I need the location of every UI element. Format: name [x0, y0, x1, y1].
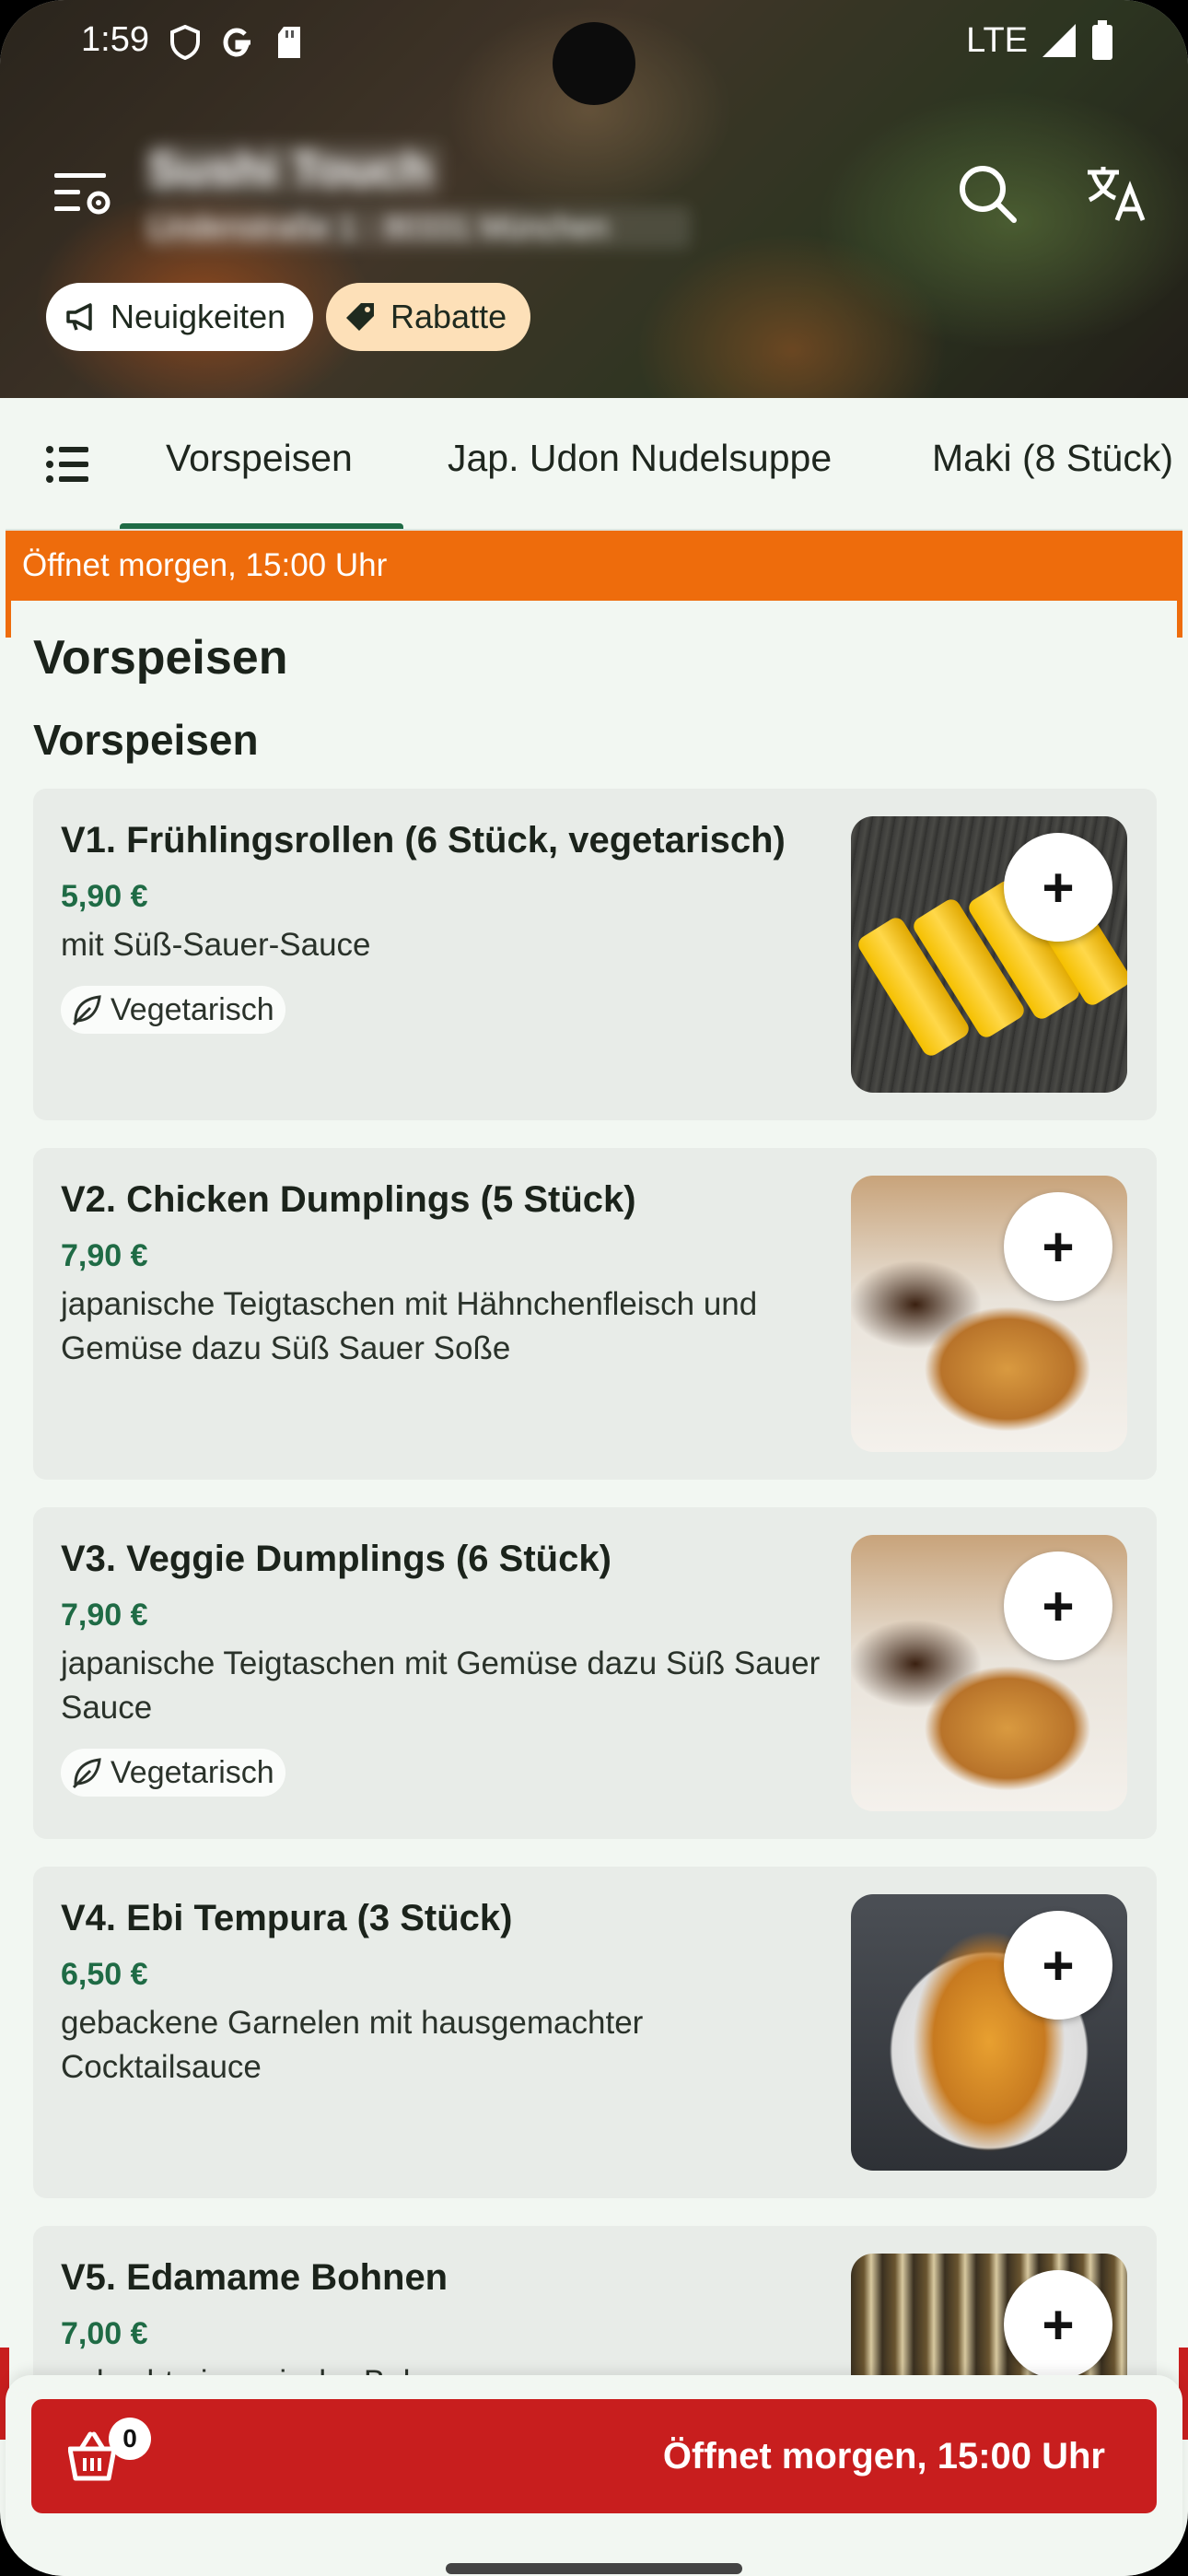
- discounts-chip-label: Rabatte: [390, 298, 507, 335]
- tab-maki[interactable]: Maki (8 Stück): [932, 437, 1173, 480]
- leaf-icon: [72, 1758, 101, 1789]
- app-screen: 1:59 LTE Sushi Touch Lindenstraße 1 · 80…: [0, 0, 1188, 2576]
- banner-edge: [6, 601, 11, 638]
- vegetarian-tag: Vegetarisch: [61, 1749, 285, 1797]
- status-right-icons: LTE: [966, 20, 1114, 61]
- tab-udon[interactable]: Jap. Udon Nudelsuppe: [448, 437, 832, 480]
- basket-count-badge: 0: [109, 2418, 151, 2460]
- category-tabbar: Vorspeisen Jap. Udon Nudelsuppe Maki (8 …: [6, 398, 1182, 531]
- item-name: V2. Chicken Dumplings (5 Stück): [61, 1179, 636, 1220]
- opening-banner: Öffnet morgen, 15:00 Uhr: [6, 531, 1182, 601]
- add-to-cart-button[interactable]: +: [1004, 833, 1112, 942]
- list-icon: [46, 446, 88, 483]
- section-title: Vorspeisen: [33, 631, 288, 685]
- item-name: V3. Veggie Dumplings (6 Stück): [61, 1539, 611, 1579]
- network-type: LTE: [966, 20, 1028, 60]
- active-tab-indicator: [120, 523, 403, 529]
- item-price: 7,90 €: [61, 1238, 148, 1273]
- restaurant-info: Sushi Touch Lindenstraße 1 · 80331 Münch…: [147, 144, 691, 254]
- basket-button-label: Öffnet morgen, 15:00 Uhr: [662, 2436, 1105, 2476]
- vegetarian-tag: Vegetarisch: [61, 986, 285, 1034]
- news-chip[interactable]: Neuigkeiten: [46, 283, 313, 351]
- basket-button[interactable]: 0 Öffnet morgen, 15:00 Uhr: [31, 2399, 1157, 2513]
- item-price: 7,00 €: [61, 2316, 148, 2351]
- menu-settings-button[interactable]: [44, 155, 122, 232]
- item-description: gebackene Garnelen mit hausgemachter Coc…: [61, 2005, 644, 2085]
- item-name: V4. Ebi Tempura (3 Stück): [61, 1898, 513, 1938]
- restaurant-address: Lindenstraße 1 · 80331 München: [147, 206, 691, 249]
- home-indicator[interactable]: [446, 2563, 742, 2574]
- banner-edge: [1177, 601, 1182, 638]
- item-name: V1. Frühlingsrollen (6 Stück, vegetarisc…: [61, 820, 786, 861]
- menu-item-card[interactable]: V4. Ebi Tempura (3 Stück) 6,50 € gebacke…: [33, 1867, 1157, 2198]
- item-description: japanische Teigtaschen mit Gemüse dazu S…: [61, 1645, 821, 1726]
- add-to-cart-button[interactable]: +: [1004, 2270, 1112, 2379]
- category-list-button[interactable]: [39, 435, 98, 494]
- tab-vorspeisen[interactable]: Vorspeisen: [166, 437, 353, 480]
- status-time: 1:59: [81, 20, 149, 59]
- item-name: V5. Edamame Bohnen: [61, 2257, 448, 2298]
- search-button[interactable]: [949, 155, 1026, 232]
- shield-icon: [170, 25, 200, 60]
- news-chip-label: Neuigkeiten: [111, 298, 286, 335]
- vegetarian-tag-label: Vegetarisch: [111, 991, 274, 1027]
- menu-item-card[interactable]: V2. Chicken Dumplings (5 Stück) 7,90 € j…: [33, 1148, 1157, 1480]
- menu-settings-icon: [54, 173, 111, 215]
- subsection-title: Vorspeisen: [33, 716, 259, 764]
- sd-card-icon: [278, 27, 300, 58]
- translate-icon: [1088, 167, 1146, 221]
- google-icon: [223, 28, 250, 57]
- megaphone-icon: [66, 303, 92, 331]
- discounts-chip[interactable]: Rabatte: [326, 283, 530, 351]
- battery-icon: [1092, 20, 1112, 60]
- menu-item-card[interactable]: V1. Frühlingsrollen (6 Stück, vegetarisc…: [33, 789, 1157, 1120]
- signal-icon: [1042, 24, 1076, 57]
- vegetarian-tag-label: Vegetarisch: [111, 1754, 274, 1790]
- add-to-cart-button[interactable]: +: [1004, 1911, 1112, 2020]
- menu-item-card[interactable]: V3. Veggie Dumplings (6 Stück) 7,90 € ja…: [33, 1507, 1157, 1839]
- tag-icon: [346, 303, 374, 331]
- restaurant-name: Sushi Touch: [147, 144, 442, 195]
- item-description: japanische Teigtaschen mit Hähnchenfleis…: [61, 1286, 758, 1366]
- add-to-cart-button[interactable]: +: [1004, 1551, 1112, 1660]
- item-description: mit Süß-Sauer-Sauce: [61, 927, 371, 963]
- status-notification-icons: [169, 24, 304, 61]
- search-icon: [960, 166, 1017, 223]
- leaf-icon: [72, 995, 101, 1026]
- translate-button[interactable]: [1077, 155, 1155, 232]
- item-price: 5,90 €: [61, 879, 148, 914]
- item-price: 7,90 €: [61, 1598, 148, 1633]
- item-price: 6,50 €: [61, 1957, 148, 1992]
- add-to-cart-button[interactable]: +: [1004, 1192, 1112, 1301]
- camera-cutout: [553, 22, 635, 105]
